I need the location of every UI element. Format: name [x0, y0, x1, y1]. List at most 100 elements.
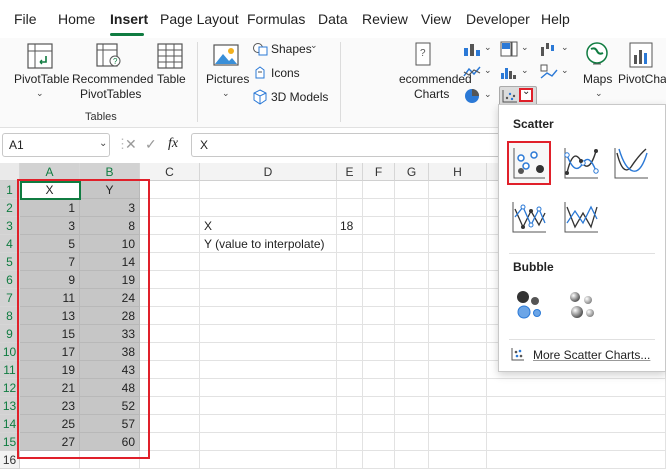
cell-overflow16[interactable]: [487, 451, 666, 469]
cell-d4[interactable]: Y (value to interpolate): [200, 235, 360, 253]
cell-h1[interactable]: [429, 181, 487, 199]
row-header[interactable]: 9: [0, 325, 20, 343]
scatter-smooth-lines-option[interactable]: [611, 143, 651, 183]
cell-c11[interactable]: [140, 361, 200, 379]
cell-h7[interactable]: [429, 289, 487, 307]
cell-b10[interactable]: 38: [80, 343, 140, 361]
cell-d12[interactable]: [200, 379, 337, 397]
column-header-d[interactable]: D: [200, 163, 337, 181]
cell-e13[interactable]: [337, 397, 363, 415]
column-header-c[interactable]: C: [140, 163, 200, 181]
menu-file[interactable]: File: [14, 11, 37, 27]
name-box[interactable]: A1: [2, 133, 110, 157]
cell-e7[interactable]: [337, 289, 363, 307]
cell-d15[interactable]: [200, 433, 337, 451]
cell-g15[interactable]: [395, 433, 429, 451]
cell-c10[interactable]: [140, 343, 200, 361]
column-header-h[interactable]: H: [429, 163, 487, 181]
cell-overflow15[interactable]: [487, 433, 666, 451]
cell-g10[interactable]: [395, 343, 429, 361]
column-header-a[interactable]: A: [20, 163, 80, 181]
scatter-markers-option[interactable]: [507, 141, 551, 185]
menu-page-layout[interactable]: Page Layout: [160, 11, 239, 27]
cell-overflow13[interactable]: [487, 397, 666, 415]
cell-b11[interactable]: 43: [80, 361, 140, 379]
row-header[interactable]: 8: [0, 307, 20, 325]
cell-h11[interactable]: [429, 361, 487, 379]
cell-e14[interactable]: [337, 415, 363, 433]
cell-h14[interactable]: [429, 415, 487, 433]
cell-h6[interactable]: [429, 271, 487, 289]
cell-a9[interactable]: 15: [20, 325, 80, 343]
cell-c7[interactable]: [140, 289, 200, 307]
cell-d6[interactable]: [200, 271, 337, 289]
cell-f1[interactable]: [363, 181, 395, 199]
cell-h9[interactable]: [429, 325, 487, 343]
cell-a15[interactable]: 27: [20, 433, 80, 451]
cell-e8[interactable]: [337, 307, 363, 325]
cell-b12[interactable]: 48: [80, 379, 140, 397]
cell-a6[interactable]: 9: [20, 271, 80, 289]
chevron-down-icon[interactable]: ⌄: [99, 138, 107, 149]
cell-b16[interactable]: [80, 451, 140, 469]
cell-c4[interactable]: [140, 235, 200, 253]
cell-c1[interactable]: [140, 181, 200, 199]
cell-e16[interactable]: [337, 451, 363, 469]
cell-f15[interactable]: [363, 433, 395, 451]
scatter-straight-lines-option[interactable]: [561, 197, 601, 237]
row-header[interactable]: 5: [0, 253, 20, 271]
cell-a8[interactable]: 13: [20, 307, 80, 325]
enter-check-icon[interactable]: ✓: [145, 136, 157, 153]
cell-a2[interactable]: 1: [20, 199, 80, 217]
cell-b2[interactable]: 3: [80, 199, 140, 217]
cell-a3[interactable]: 3: [20, 217, 80, 235]
cell-g16[interactable]: [395, 451, 429, 469]
scatter-smooth-markers-option[interactable]: [561, 143, 601, 183]
cell-a5[interactable]: 7: [20, 253, 80, 271]
cell-b3[interactable]: 8: [80, 217, 140, 235]
cell-c5[interactable]: [140, 253, 200, 271]
cell-e12[interactable]: [337, 379, 363, 397]
cell-e2[interactable]: [337, 199, 363, 217]
scatter-dropdown-toggle[interactable]: ⌄: [519, 86, 533, 102]
cell-b9[interactable]: 33: [80, 325, 140, 343]
cell-g13[interactable]: [395, 397, 429, 415]
row-header[interactable]: 12: [0, 379, 20, 397]
cell-c6[interactable]: [140, 271, 200, 289]
cell-a13[interactable]: 23: [20, 397, 80, 415]
cell-g6[interactable]: [395, 271, 429, 289]
cell-d13[interactable]: [200, 397, 337, 415]
cell-h13[interactable]: [429, 397, 487, 415]
cell-g11[interactable]: [395, 361, 429, 379]
cell-g2[interactable]: [395, 199, 429, 217]
select-all-corner[interactable]: [0, 163, 20, 181]
cell-a16[interactable]: [20, 451, 80, 469]
cell-c13[interactable]: [140, 397, 200, 415]
cell-d10[interactable]: [200, 343, 337, 361]
cell-g7[interactable]: [395, 289, 429, 307]
cell-f11[interactable]: [363, 361, 395, 379]
cell-f2[interactable]: [363, 199, 395, 217]
menu-help[interactable]: Help: [541, 11, 570, 27]
cell-f10[interactable]: [363, 343, 395, 361]
cell-h3[interactable]: [429, 217, 487, 235]
cell-d16[interactable]: [200, 451, 337, 469]
cell-d5[interactable]: [200, 253, 337, 271]
cell-c16[interactable]: [140, 451, 200, 469]
cell-h16[interactable]: [429, 451, 487, 469]
row-header[interactable]: 6: [0, 271, 20, 289]
cell-d8[interactable]: [200, 307, 337, 325]
row-header[interactable]: 2: [0, 199, 20, 217]
cell-d3[interactable]: X: [200, 217, 337, 235]
cell-a11[interactable]: 19: [20, 361, 80, 379]
cancel-icon[interactable]: ✕: [125, 136, 137, 153]
menu-insert[interactable]: Insert: [110, 11, 148, 27]
cell-a14[interactable]: 25: [20, 415, 80, 433]
menu-developer[interactable]: Developer: [466, 11, 530, 27]
cell-e1[interactable]: [337, 181, 363, 199]
row-header[interactable]: 10: [0, 343, 20, 361]
row-header[interactable]: 13: [0, 397, 20, 415]
cell-h10[interactable]: [429, 343, 487, 361]
cell-e6[interactable]: [337, 271, 363, 289]
row-header[interactable]: 1: [0, 181, 20, 199]
